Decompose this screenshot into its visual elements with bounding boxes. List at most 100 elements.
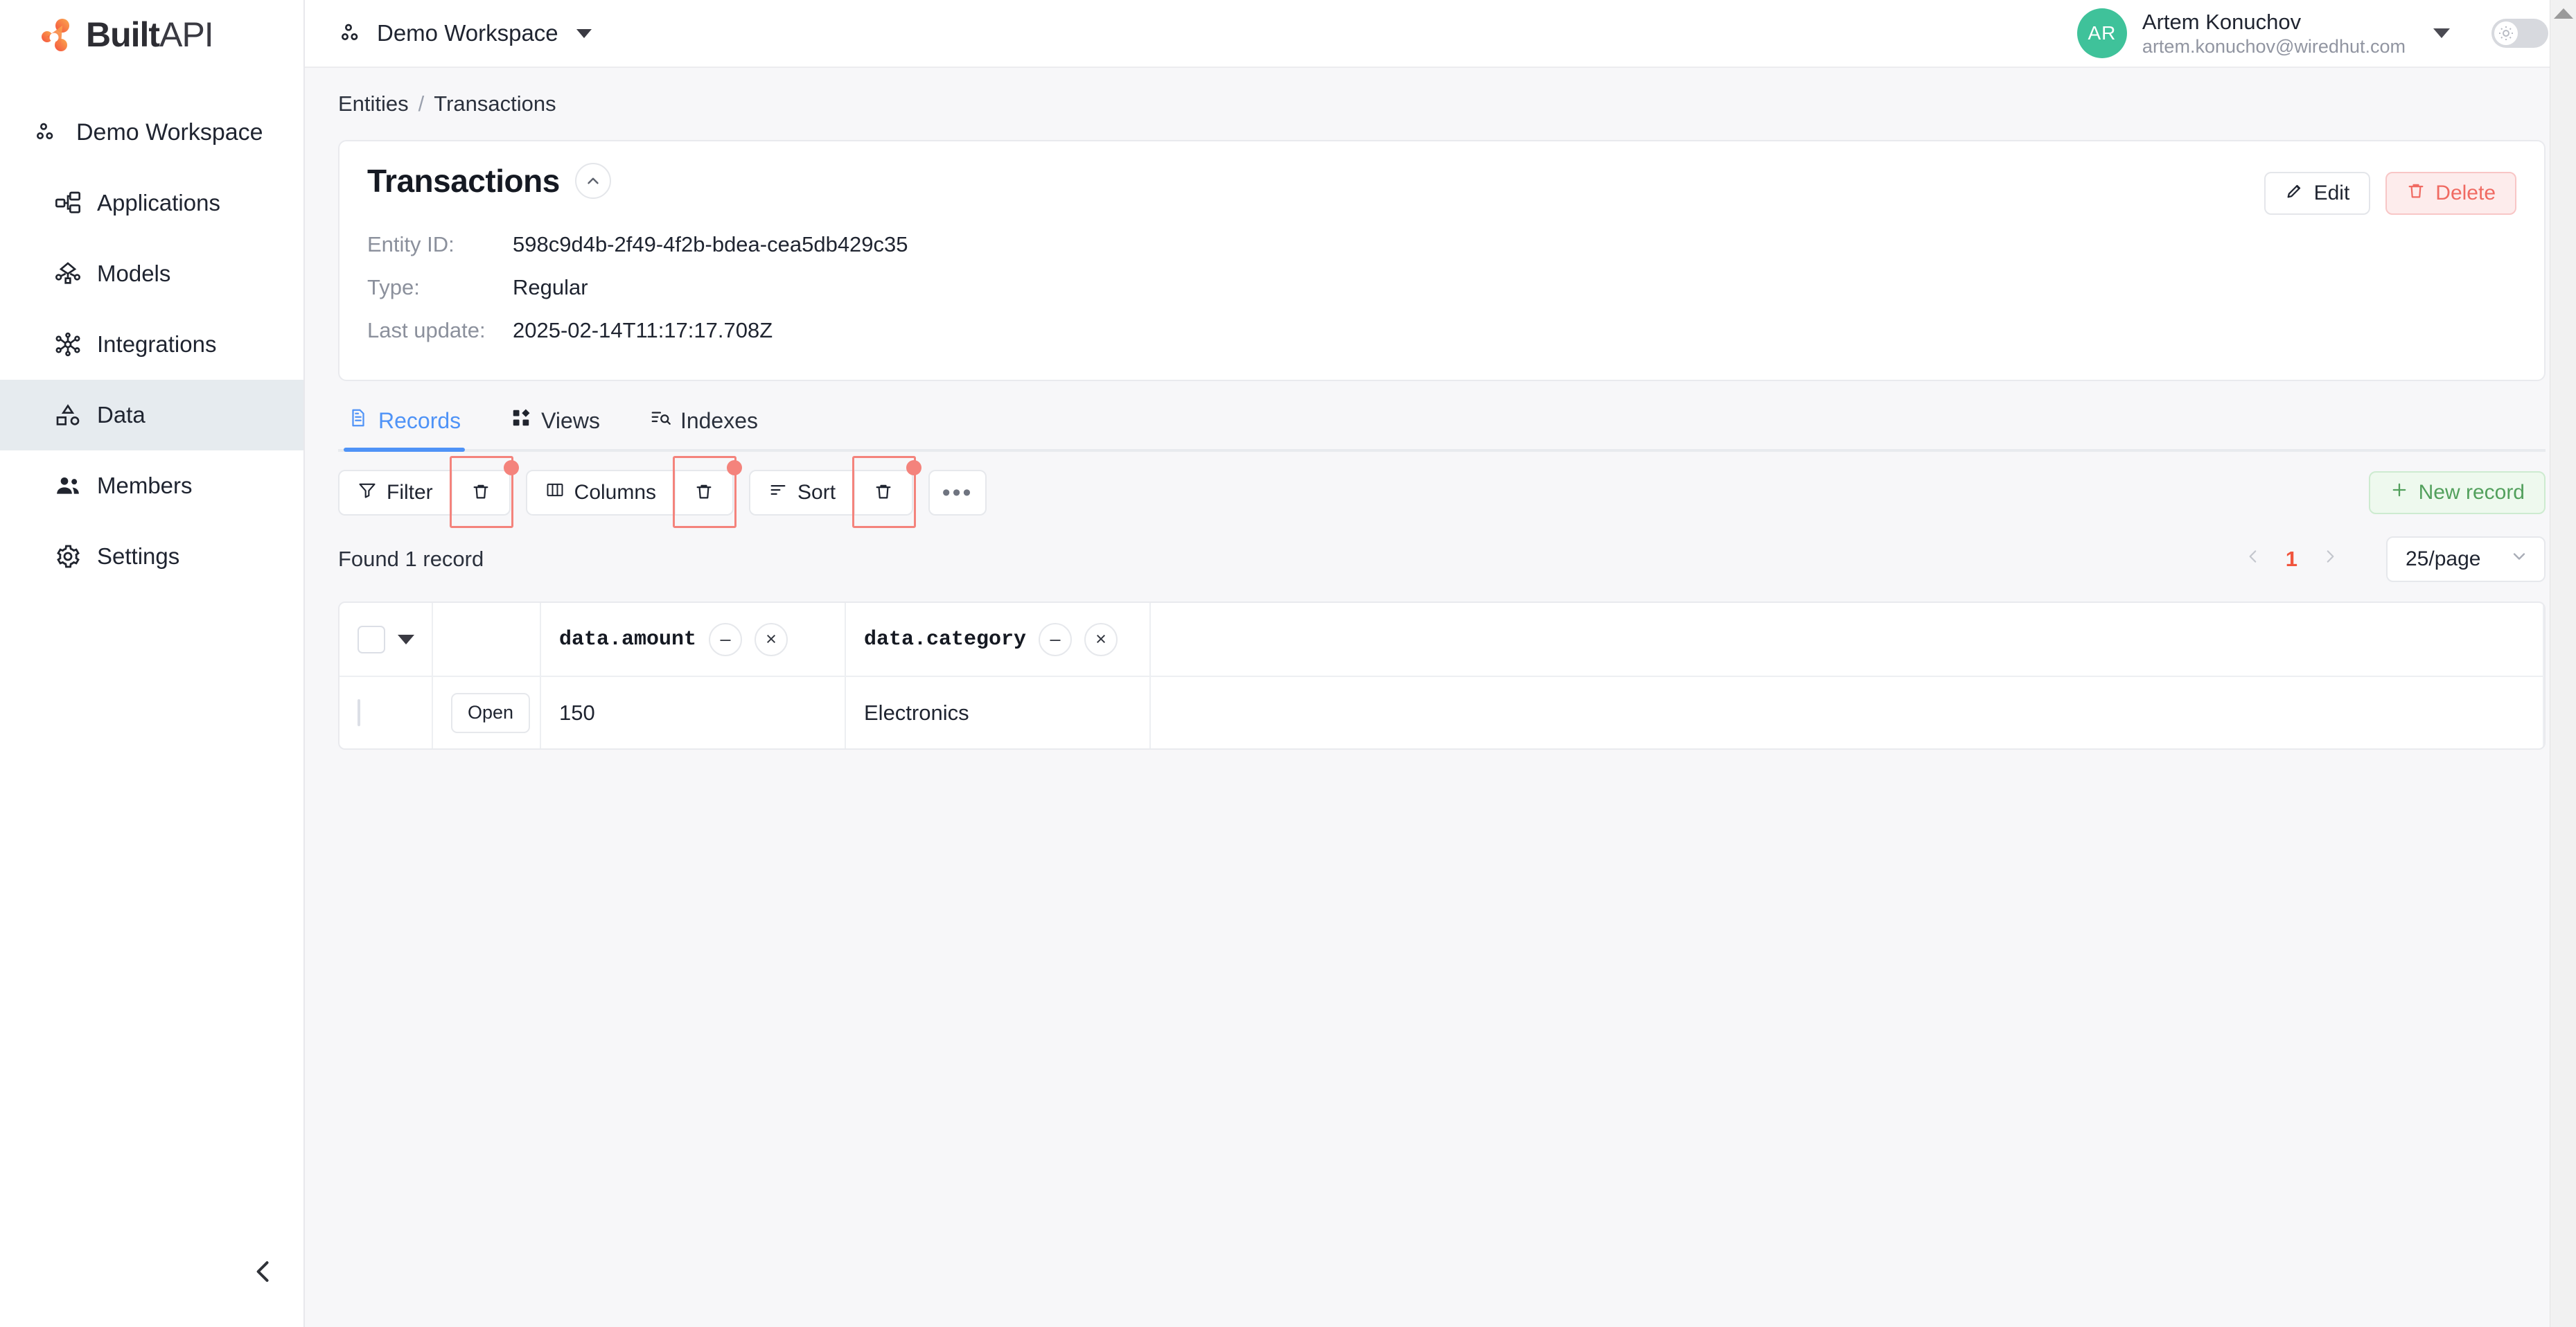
open-record-button[interactable]: Open [451, 692, 531, 733]
tab-views[interactable]: Views [506, 391, 604, 449]
entity-actions: Edit Delete [2264, 172, 2516, 215]
user-menu[interactable]: AR Artem Konuchov artem.konuchov@wiredhu… [2076, 8, 2450, 58]
avatar: AR [2076, 8, 2127, 58]
edit-button[interactable]: Edit [2264, 172, 2371, 215]
entity-title-row: Transactions [367, 162, 2516, 200]
sidebar-item-data[interactable]: Data [0, 380, 303, 450]
workspace-switcher-label: Demo Workspace [377, 20, 558, 46]
breadcrumb-current[interactable]: Transactions [434, 91, 556, 116]
sidebar-item-label: Models [97, 261, 171, 286]
breadcrumb-separator: / [418, 91, 425, 116]
sidebar-item-members[interactable]: Members [0, 450, 303, 521]
plus-icon [2390, 480, 2409, 505]
clear-filter-button[interactable] [449, 456, 519, 528]
columns-icon [545, 480, 565, 505]
page-scrollbar[interactable] [2550, 0, 2576, 1327]
scroll-up-arrow-icon[interactable] [2553, 8, 2573, 19]
workspace-switcher[interactable]: Demo Workspace [338, 19, 592, 47]
entity-lastupdate-value: 2025-02-14T11:17:17.708Z [513, 318, 773, 342]
entity-meta-row: Entity ID: 598c9d4b-2f49-4f2b-bdea-cea5d… [367, 223, 2516, 266]
tab-indexes[interactable]: Indexes [646, 391, 762, 449]
columns-trash-badge [727, 460, 743, 475]
filter-group: Filter [338, 456, 519, 528]
entity-lastupdate-label: Last update: [367, 318, 486, 342]
trash-icon [2406, 181, 2426, 206]
breadcrumb: Entities / Transactions [338, 91, 2546, 116]
records-table: data.amount – × data.category – × Open 1… [338, 601, 2546, 750]
page-number-1[interactable]: 1 [2286, 547, 2297, 572]
next-page-button[interactable] [2321, 547, 2339, 571]
more-options-button[interactable]: ••• [928, 470, 987, 516]
models-icon [54, 260, 82, 288]
entity-summary-card: Transactions Edit Delete Entity ID: 598c… [338, 140, 2546, 381]
sort-trash-badge [906, 460, 922, 475]
sidebar-item-models[interactable]: Models [0, 238, 303, 309]
sidebar-item-settings[interactable]: Settings [0, 521, 303, 592]
cell-category: Electronics [845, 676, 1151, 748]
row-checkbox[interactable] [358, 698, 360, 726]
page-content: Entities / Transactions Transactions Edi… [305, 68, 2576, 1327]
open-column-header [432, 603, 541, 677]
theme-toggle[interactable] [2491, 19, 2548, 48]
sidebar-item-label: Data [97, 402, 145, 428]
logo-text: BuiltAPI [86, 15, 214, 54]
delete-button[interactable]: Delete [2385, 172, 2516, 215]
prev-page-button[interactable] [2244, 547, 2262, 571]
user-email: artem.konuchov@wiredhut.com [2142, 35, 2406, 57]
integrations-icon [54, 331, 82, 358]
collapse-column-button[interactable]: – [709, 622, 743, 656]
avatar-initials: AR [2088, 22, 2117, 44]
tab-records[interactable]: Records [344, 391, 466, 452]
cell-empty [1150, 676, 2544, 748]
sort-button-label: Sort [797, 481, 836, 504]
sidebar-collapse-button[interactable] [242, 1252, 284, 1294]
clear-sort-button[interactable] [852, 456, 922, 528]
more-options-label: ••• [942, 480, 973, 506]
chevron-down-icon [2509, 547, 2529, 572]
row-select-cell [339, 676, 433, 748]
columns-group: Columns [525, 456, 743, 528]
entity-type-value: Regular [513, 275, 588, 299]
clear-columns-button[interactable] [673, 456, 743, 528]
column-name: data.category [864, 627, 1027, 651]
table-header-row: data.amount – × data.category – × [339, 603, 2544, 677]
document-icon [348, 407, 369, 434]
select-all-checkbox[interactable] [358, 625, 385, 653]
filter-button-label: Filter [387, 481, 433, 504]
breadcrumb-entities[interactable]: Entities [338, 91, 409, 116]
new-record-label: New record [2418, 481, 2525, 504]
sidebar-item-integrations[interactable]: Integrations [0, 309, 303, 380]
new-record-button[interactable]: New record [2368, 471, 2546, 514]
page-size-select[interactable]: 25/page [2386, 536, 2546, 582]
entity-id-label: Entity ID: [367, 232, 455, 256]
remove-column-button[interactable]: × [755, 622, 788, 656]
chevron-down-icon [576, 28, 592, 38]
empty-header [1150, 603, 2544, 677]
entity-meta-row: Type: Regular [367, 266, 2516, 309]
sidebar-item-label: Integrations [97, 331, 217, 357]
edit-button-label: Edit [2313, 182, 2350, 204]
remove-column-button[interactable]: × [1084, 622, 1118, 656]
sidebar-item-applications[interactable]: Applications [0, 168, 303, 238]
sidebar-item-workspace[interactable]: Demo Workspace [0, 97, 303, 168]
sidebar-item-label: Members [97, 473, 193, 498]
entity-meta-row: Last update: 2025-02-14T11:17:17.708Z [367, 309, 2516, 352]
pagination: 1 25/page [2244, 536, 2546, 582]
records-toolbar: Filter Columns Sort ••• New record [338, 456, 2546, 528]
tab-label: Records [378, 407, 461, 433]
applications-icon [54, 189, 82, 217]
sidebar-workspace-label: Demo Workspace [76, 118, 263, 146]
main-area: Demo Workspace AR Artem Konuchov artem.k… [305, 0, 2576, 1327]
columns-button[interactable]: Columns [527, 471, 674, 514]
tab-label: Views [541, 407, 600, 433]
collapse-column-button[interactable]: – [1039, 622, 1073, 656]
filter-button[interactable]: Filter [339, 471, 451, 514]
entity-collapse-button[interactable] [574, 163, 611, 199]
grid-icon [511, 407, 531, 434]
app-logo[interactable]: BuiltAPI [0, 0, 303, 69]
sort-button[interactable]: Sort [750, 471, 854, 514]
filter-trash-badge [503, 460, 519, 475]
trash-icon [874, 482, 893, 504]
caret-down-icon[interactable] [398, 634, 414, 644]
funnel-icon [358, 480, 377, 505]
